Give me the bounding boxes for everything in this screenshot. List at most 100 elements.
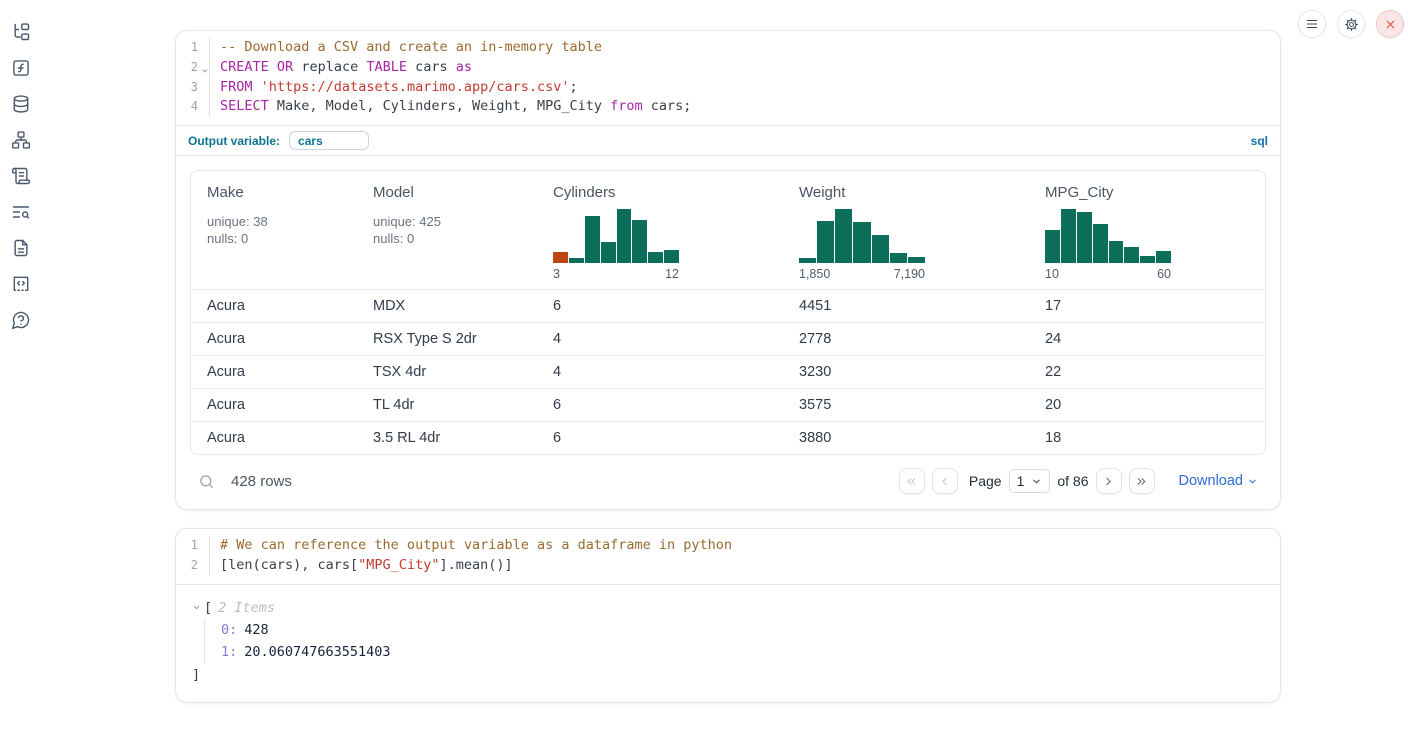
line-number: 2 — [176, 58, 210, 78]
shutdown-button[interactable] — [1376, 10, 1404, 38]
help-icon[interactable] — [10, 310, 32, 330]
sql-cell: 1 -- Download a CSV and create an in-memo… — [175, 30, 1281, 510]
previous-page-button[interactable] — [932, 468, 958, 494]
table-of-contents-search-icon[interactable] — [10, 202, 32, 222]
line-number: 2 — [176, 556, 210, 576]
tree-body: 0:428 1:20.060747663551403 — [204, 619, 1264, 664]
cell-weight: 3230 — [783, 356, 1029, 389]
code-text: # We can reference the output variable a… — [210, 536, 732, 556]
code-line: 2[len(cars), cars["MPG_City"].mean()] — [176, 556, 1280, 576]
python-cell: 1# We can reference the output variable … — [175, 528, 1281, 703]
language-badge[interactable]: sql — [1251, 134, 1268, 148]
search-icon[interactable] — [198, 473, 215, 490]
cell-model: MDX — [357, 290, 537, 323]
documentation-icon[interactable] — [10, 238, 32, 258]
cylinders-histogram: 3 12 — [553, 209, 679, 281]
file-tree-icon[interactable] — [10, 22, 32, 42]
cell-cylinders: 4 — [537, 323, 783, 356]
table-row[interactable]: Acura TSX 4dr 4 3230 22 — [191, 356, 1265, 389]
last-page-button[interactable] — [1129, 468, 1155, 494]
column-header-cylinders: Cylinders 3 12 — [537, 171, 783, 290]
code-line: 1-- Download a CSV and create an in-memo… — [176, 38, 1280, 58]
python-code-editor[interactable]: 1# We can reference the output variable … — [176, 529, 1280, 584]
first-page-button[interactable] — [899, 468, 925, 494]
column-stats: unique: 425 nulls: 0 — [373, 213, 521, 247]
data-table: Make unique: 38 nulls: 0 Model unique: 4… — [191, 171, 1265, 454]
data-table-card: Make unique: 38 nulls: 0 Model unique: 4… — [190, 170, 1266, 455]
cell-make: Acura — [191, 323, 357, 356]
histogram-axis: 1,850 7,190 — [799, 267, 925, 281]
line-number: 1 — [176, 536, 210, 556]
histogram-bar — [1124, 247, 1139, 263]
histogram-bar — [617, 209, 632, 263]
settings-button[interactable] — [1337, 10, 1365, 38]
histogram-axis: 10 60 — [1045, 267, 1171, 281]
cell-cylinders: 4 — [537, 356, 783, 389]
histogram-bar — [1045, 230, 1060, 263]
code-text: SELECT Make, Model, Cylinders, Weight, M… — [210, 97, 691, 117]
table-header-row: Make unique: 38 nulls: 0 Model unique: 4… — [191, 171, 1265, 290]
logs-icon[interactable] — [10, 166, 32, 186]
column-stats: unique: 38 nulls: 0 — [207, 213, 341, 247]
items-count: 2 Items — [218, 600, 275, 616]
code-line: 2CREATE OR replace TABLE cars as — [176, 58, 1280, 78]
mpg-city-histogram: 10 60 — [1045, 209, 1171, 281]
collapse-chevron-icon[interactable] — [192, 603, 201, 612]
column-header-model: Model unique: 425 nulls: 0 — [357, 171, 537, 290]
close-bracket: ] — [192, 666, 1264, 685]
table-footer: 428 rows Page 1 of 86 — [190, 455, 1266, 503]
histogram-bar — [908, 257, 925, 263]
next-page-button[interactable] — [1096, 468, 1122, 494]
cell-make: Acura — [191, 389, 357, 422]
output-variable-input[interactable] — [289, 131, 369, 150]
python-cell-output: [ 2 Items 0:428 1:20.060747663551403 ] — [176, 584, 1280, 702]
left-sidebar — [0, 0, 42, 330]
code-line: 3FROM 'https://datasets.marimo.app/cars.… — [176, 78, 1280, 98]
histogram-bar — [1093, 224, 1108, 263]
download-button[interactable]: Download — [1179, 473, 1259, 489]
cell-model: 3.5 RL 4dr — [357, 422, 537, 455]
cell-weight: 3575 — [783, 389, 1029, 422]
menu-button[interactable] — [1298, 10, 1326, 38]
datasources-icon[interactable] — [10, 94, 32, 114]
cell-cylinders: 6 — [537, 290, 783, 323]
dependency-graph-icon[interactable] — [10, 130, 32, 150]
column-header-weight: Weight 1,850 7,190 — [783, 171, 1029, 290]
table-row[interactable]: Acura MDX 6 4451 17 — [191, 290, 1265, 323]
output-variable-label: Output variable: — [188, 134, 280, 148]
column-header-make: Make unique: 38 nulls: 0 — [191, 171, 357, 290]
code-text: [len(cars), cars["MPG_City"].mean()] — [210, 556, 513, 576]
sql-code-editor[interactable]: 1-- Download a CSV and create an in-memo… — [176, 31, 1280, 125]
column-header-mpg-city: MPG_City 10 60 — [1029, 171, 1265, 290]
table-row[interactable]: Acura RSX Type S 2dr 4 2778 24 — [191, 323, 1265, 356]
histogram-bar — [664, 250, 679, 264]
column-title: Weight — [799, 184, 1013, 201]
histogram-bar — [585, 216, 600, 264]
cell-make: Acura — [191, 356, 357, 389]
cell-model: TSX 4dr — [357, 356, 537, 389]
column-title: Model — [373, 184, 521, 201]
cell-mpg: 20 — [1029, 389, 1265, 422]
chevron-down-icon — [1247, 476, 1258, 487]
cell-mpg: 18 — [1029, 422, 1265, 455]
snippets-icon[interactable] — [10, 274, 32, 294]
output-variable-row: Output variable: sql — [176, 125, 1280, 155]
cell-cylinders: 6 — [537, 389, 783, 422]
pagination: Page 1 of 86 Download — [899, 468, 1258, 494]
code-text: -- Download a CSV and create an in-memor… — [210, 38, 602, 58]
open-bracket: [ — [204, 600, 212, 616]
histogram-bar — [648, 252, 663, 263]
column-title: Cylinders — [553, 184, 767, 201]
histogram-bar — [835, 209, 852, 263]
histogram-bar — [632, 220, 647, 263]
variables-icon[interactable] — [10, 58, 32, 78]
table-row[interactable]: Acura 3.5 RL 4dr 6 3880 18 — [191, 422, 1265, 455]
cell-mpg: 24 — [1029, 323, 1265, 356]
table-row[interactable]: Acura TL 4dr 6 3575 20 — [191, 389, 1265, 422]
cell-cylinders: 6 — [537, 422, 783, 455]
page-select[interactable]: 1 — [1009, 469, 1051, 493]
histogram-bar — [799, 258, 816, 263]
list-output-tree: [ 2 Items 0:428 1:20.060747663551403 ] — [176, 585, 1280, 702]
row-count: 428 rows — [231, 473, 292, 490]
cell-make: Acura — [191, 422, 357, 455]
